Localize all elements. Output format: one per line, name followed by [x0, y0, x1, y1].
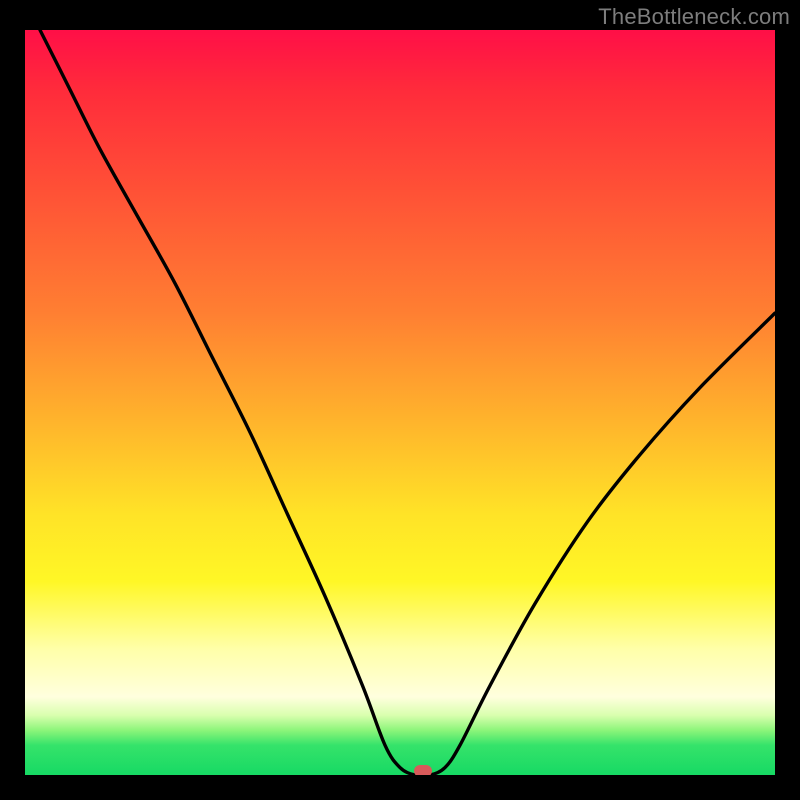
bottleneck-curve [25, 30, 775, 775]
curve-path [40, 30, 775, 775]
watermark-text: TheBottleneck.com [598, 4, 790, 30]
plot-area [25, 30, 775, 775]
optimum-marker [414, 765, 432, 775]
chart-frame: TheBottleneck.com [0, 0, 800, 800]
